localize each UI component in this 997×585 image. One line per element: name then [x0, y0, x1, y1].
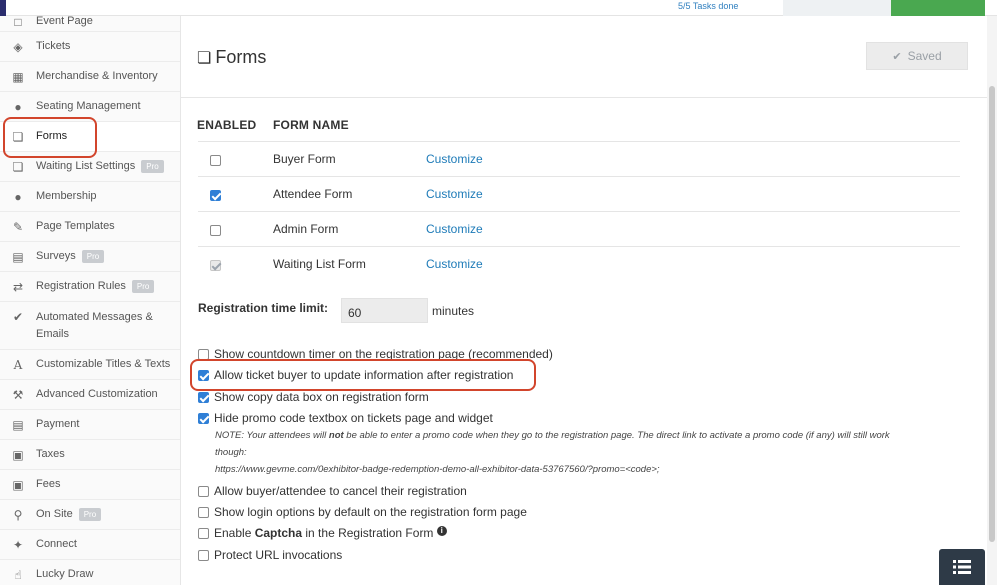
tasks-done-link[interactable]: 5/5 Tasks done	[678, 1, 738, 11]
enabled-checkbox[interactable]	[210, 225, 221, 236]
shuffle-icon: ⇄	[12, 279, 24, 294]
enabled-checkbox	[210, 260, 221, 271]
money-icon: ▣	[12, 477, 24, 492]
sidebar-item-lucky-draw[interactable]: ☝ Lucky Draw	[0, 560, 180, 585]
briefcase-icon: ▦	[12, 69, 24, 84]
registration-time-limit-unit: minutes	[432, 304, 475, 318]
brand-strip	[0, 0, 6, 16]
checkbox[interactable]	[198, 486, 209, 497]
sidebar-item-taxes[interactable]: ▣ Taxes	[0, 440, 180, 470]
thumbs-up-icon: ☝	[14, 567, 22, 582]
copy-icon: ❏	[12, 159, 24, 174]
money-icon: ▣	[12, 447, 24, 462]
form-name: Attendee Form	[273, 187, 353, 201]
font-icon: A	[13, 357, 23, 372]
sidebar-item-fees[interactable]: ▣ Fees	[0, 470, 180, 500]
document-icon: ▤	[12, 249, 24, 264]
main-content: ❏ Forms ✔ Saved ENABLED FORM NAME Buyer …	[181, 16, 987, 585]
check-circle-icon: ✔	[12, 310, 24, 324]
wrench-icon: ⚒	[12, 387, 24, 402]
group-icon: ●	[14, 189, 22, 204]
sidebar-item-surveys[interactable]: ▤ Surveys Pro	[0, 242, 180, 272]
top-bar-action-button[interactable]	[891, 0, 985, 16]
sidebar-item-connect[interactable]: ✦ Connect	[0, 530, 180, 560]
users-icon: ●	[14, 99, 22, 114]
sidebar-item-tickets[interactable]: ◈ Tickets	[0, 32, 180, 62]
sidebar-item-membership[interactable]: ● Membership	[0, 182, 180, 212]
table-row: Waiting List Form Customize	[198, 246, 960, 281]
pro-badge: Pro	[81, 250, 105, 263]
sidebar-item-merchandise[interactable]: ▦ Merchandise & Inventory	[0, 62, 180, 92]
checkbox[interactable]	[198, 507, 209, 518]
promo-note-url: https://www.gevme.com/0exhibitor-badge-r…	[215, 464, 660, 475]
promo-note-line2: though:	[215, 447, 247, 458]
forms-highlight-box	[3, 117, 97, 158]
map-marker-icon: ⚲	[13, 507, 23, 522]
sidebar: □ Event Page ◈ Tickets ▦ Merchandise & I…	[0, 16, 181, 585]
monitor-icon: □	[14, 16, 22, 29]
pro-badge: Pro	[131, 280, 155, 293]
customize-link[interactable]: Customize	[426, 152, 483, 166]
top-bar-button[interactable]	[783, 0, 891, 16]
credit-card-icon: ▤	[12, 417, 24, 432]
top-bar: 5/5 Tasks done	[0, 0, 997, 16]
saved-button[interactable]: ✔ Saved	[866, 42, 968, 70]
form-name: Admin Form	[273, 222, 339, 236]
sidebar-item-automated-messages[interactable]: ✔ Automated Messages & Emails	[0, 302, 180, 350]
sidebar-item-advanced-customization[interactable]: ⚒ Advanced Customization	[0, 380, 180, 410]
copy-icon: ❏	[197, 49, 212, 67]
table-row: Admin Form Customize	[198, 211, 960, 246]
plug-icon: ✦	[12, 537, 24, 552]
form-name: Buyer Form	[273, 152, 336, 166]
page-header: ❏ Forms ✔ Saved	[181, 16, 987, 98]
checkbox[interactable]	[198, 550, 209, 561]
checkbox[interactable]	[198, 528, 209, 539]
sidebar-item-on-site[interactable]: ⚲ On Site Pro	[0, 500, 180, 530]
scrollbar[interactable]	[987, 16, 997, 585]
customize-link[interactable]: Customize	[426, 257, 483, 271]
checkbox[interactable]	[198, 392, 209, 403]
sidebar-item-event-page[interactable]: □ Event Page	[0, 16, 180, 32]
table-row: Buyer Form Customize	[198, 141, 960, 176]
edit-icon: ✎	[12, 219, 24, 234]
customize-link[interactable]: Customize	[426, 222, 483, 236]
enabled-checkbox[interactable]	[210, 155, 221, 166]
table-row: Attendee Form Customize	[198, 176, 960, 211]
sidebar-item-payment[interactable]: ▤ Payment	[0, 410, 180, 440]
page-title: ❏ Forms	[197, 47, 267, 67]
info-icon[interactable]: i	[436, 526, 447, 536]
enabled-checkbox[interactable]	[210, 190, 221, 201]
scrollbar-thumb[interactable]	[989, 86, 995, 542]
option-highlight-box	[190, 359, 536, 391]
column-header-enabled: ENABLED	[197, 118, 257, 132]
form-name: Waiting List Form	[273, 257, 366, 271]
registration-time-limit-input[interactable]: 60	[341, 298, 428, 323]
check-icon: ✔	[892, 50, 902, 63]
list-menu-button[interactable]	[939, 549, 985, 585]
checkbox[interactable]	[198, 413, 209, 424]
column-header-form-name: FORM NAME	[273, 118, 349, 132]
sidebar-item-registration-rules[interactable]: ⇄ Registration Rules Pro	[0, 272, 180, 302]
promo-note: NOTE: Your attendees will not be able to…	[215, 430, 890, 441]
sidebar-item-customizable-titles[interactable]: A Customizable Titles & Texts	[0, 350, 180, 380]
pro-badge: Pro	[141, 160, 164, 173]
registration-time-limit-label: Registration time limit:	[198, 301, 329, 315]
customize-link[interactable]: Customize	[426, 187, 483, 201]
list-icon	[953, 560, 971, 574]
sidebar-item-page-templates[interactable]: ✎ Page Templates	[0, 212, 180, 242]
ticket-icon: ◈	[13, 39, 23, 54]
pro-badge: Pro	[78, 508, 102, 521]
